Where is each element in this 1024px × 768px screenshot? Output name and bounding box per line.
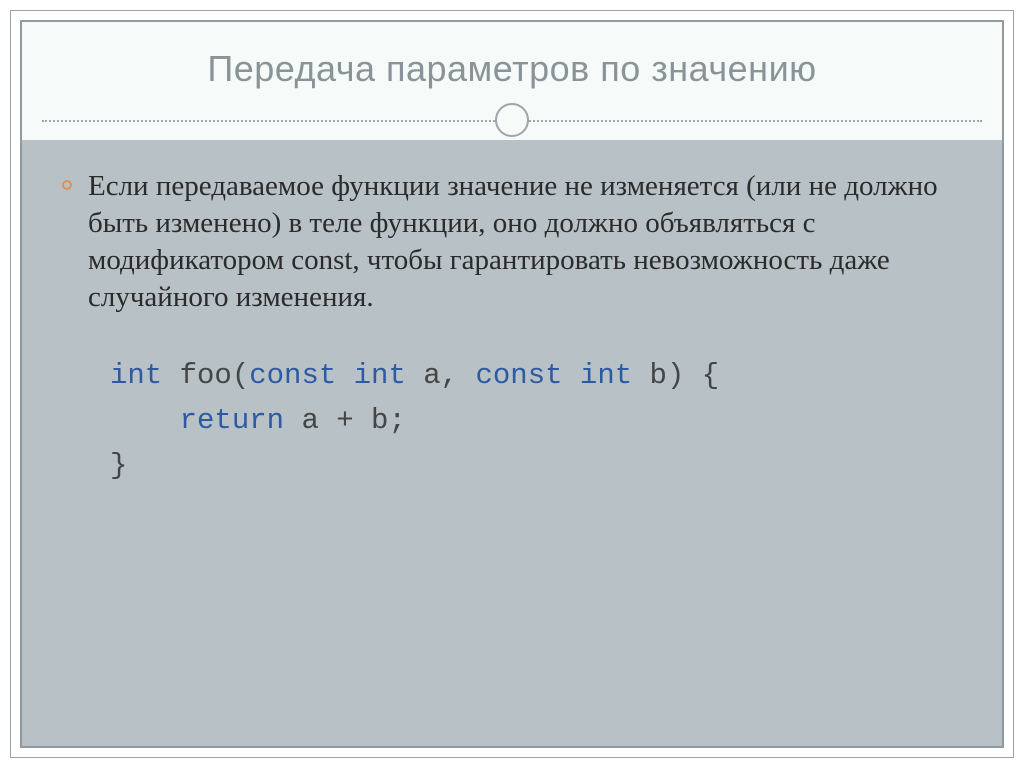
code-text: b) { bbox=[632, 359, 719, 392]
circle-ornament-icon bbox=[495, 103, 529, 137]
title-area: Передача параметров по значению bbox=[22, 22, 1002, 140]
code-text: foo( bbox=[162, 359, 249, 392]
code-text bbox=[336, 359, 353, 392]
code-text bbox=[563, 359, 580, 392]
keyword-return: return bbox=[180, 404, 284, 437]
keyword-const: const bbox=[249, 359, 336, 392]
content-area: Если передаваемое функции значение не из… bbox=[22, 140, 1002, 746]
slide-frame-inner: Передача параметров по значению Если пер… bbox=[20, 20, 1004, 748]
code-text: a + b; bbox=[284, 404, 406, 437]
slide-frame-outer: Передача параметров по значению Если пер… bbox=[10, 10, 1014, 758]
keyword-int: int bbox=[580, 359, 632, 392]
bullet-icon bbox=[62, 180, 72, 190]
keyword-int: int bbox=[110, 359, 162, 392]
code-text: a, bbox=[406, 359, 476, 392]
code-text: } bbox=[110, 449, 127, 482]
paragraph-text: Если передаваемое функции значение не из… bbox=[88, 170, 938, 313]
keyword-int: int bbox=[354, 359, 406, 392]
keyword-const: const bbox=[476, 359, 563, 392]
title-divider bbox=[42, 100, 982, 140]
body-paragraph: Если передаваемое функции значение не из… bbox=[88, 168, 948, 316]
slide-title: Передача параметров по значению bbox=[42, 48, 982, 90]
code-text bbox=[110, 404, 180, 437]
code-block: int foo(const int a, const int b) { retu… bbox=[88, 354, 948, 489]
